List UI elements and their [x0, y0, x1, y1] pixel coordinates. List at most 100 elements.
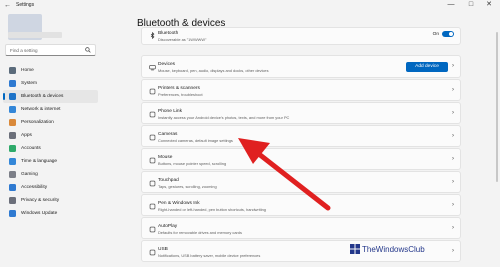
- maximize-button[interactable]: □: [462, 0, 480, 10]
- devices-subtitle: Mouse, keyboard, pen, audio, displays an…: [158, 68, 269, 73]
- devices-row[interactable]: Devices Mouse, keyboard, pen, audio, dis…: [141, 55, 461, 78]
- devices-title: Devices: [158, 62, 176, 67]
- row-subtitle: Buttons, mouse pointer speed, scrolling: [158, 161, 227, 166]
- sidebar-item-label: Bluetooth & devices: [21, 94, 64, 99]
- row-subtitle: Right-handed or left-handed, pen button …: [158, 207, 266, 212]
- touchpad-row[interactable]: Touchpad Taps, gestures, scrolling, zoomi…: [141, 171, 461, 193]
- bluetooth-row[interactable]: Bluetooth Discoverable as "1WWWW" On: [141, 27, 461, 45]
- row-subtitle: Taps, gestures, scrolling, zooming: [158, 184, 217, 189]
- sidebar-item-accounts[interactable]: Accounts: [3, 142, 98, 155]
- account-name-blurred: [8, 32, 62, 38]
- home-icon: [9, 67, 16, 74]
- chevron-right-icon: ›: [452, 87, 454, 93]
- time-icon: [9, 158, 16, 165]
- sidebar-item-label: Gaming: [21, 172, 38, 177]
- row-title: USB: [158, 247, 168, 252]
- row-subtitle: Preferences, troubleshoot: [158, 92, 203, 97]
- search-box[interactable]: Find a setting: [5, 44, 96, 56]
- sidebar-item-label: Windows Update: [21, 211, 58, 216]
- chevron-right-icon: ›: [452, 202, 454, 208]
- sidebar-item-bluetooth[interactable]: Bluetooth & devices: [3, 90, 98, 103]
- row-title: Phone Link: [158, 109, 183, 114]
- camera-row[interactable]: Cameras Connected cameras, default image …: [141, 125, 461, 147]
- mouse-icon: [148, 156, 156, 164]
- autoplay-icon: [148, 225, 156, 233]
- update-icon: [9, 210, 16, 217]
- apps-icon: [9, 132, 16, 139]
- bluetooth-toggle-label: On: [432, 32, 439, 37]
- printer-icon: [148, 87, 156, 95]
- row-title: Mouse: [158, 155, 173, 160]
- sidebar-item-shield[interactable]: Privacy & security: [3, 194, 98, 207]
- devices-icon: [148, 63, 156, 71]
- sidebar-item-home[interactable]: Home: [3, 64, 98, 77]
- row-title: Touchpad: [158, 178, 179, 183]
- sidebar-item-accessibility[interactable]: Accessibility: [3, 181, 98, 194]
- minimize-button[interactable]: —: [442, 0, 460, 10]
- chevron-right-icon: ›: [452, 156, 454, 162]
- search-input[interactable]: Find a setting: [10, 48, 38, 53]
- bluetooth-title: Bluetooth: [158, 31, 179, 36]
- sidebar-item-update[interactable]: Windows Update: [3, 207, 98, 220]
- camera-icon: [148, 133, 156, 141]
- chevron-right-icon: ›: [452, 179, 454, 185]
- add-device-button[interactable]: Add device: [406, 62, 448, 72]
- row-subtitle: Notifications, USB battery saver, mobile…: [158, 253, 261, 258]
- sidebar-item-label: Network & internet: [21, 107, 61, 112]
- bluetooth-subtitle: Discoverable as "1WWWW": [158, 37, 207, 42]
- search-icon[interactable]: [85, 47, 91, 53]
- bluetooth-toggle[interactable]: [442, 31, 454, 37]
- chevron-right-icon: ›: [452, 225, 454, 231]
- network-icon: [9, 106, 16, 113]
- row-title: AutoPlay: [158, 224, 178, 229]
- printer-row[interactable]: Printers & scanners Preferences, troubles…: [141, 79, 461, 101]
- chevron-right-icon: ›: [452, 248, 454, 254]
- sidebar-item-label: Accounts: [21, 146, 41, 151]
- sidebar-nav: Home System Bluetooth & devices Network & i…: [3, 64, 98, 220]
- back-button[interactable]: ←: [4, 1, 11, 11]
- shield-icon: [9, 197, 16, 204]
- chevron-right-icon: ›: [452, 63, 454, 69]
- title-bar: ← Settings — □ ✕: [0, 0, 500, 12]
- gaming-icon: [9, 171, 16, 178]
- row-subtitle: Instantly access your Android device's p…: [158, 115, 290, 120]
- usb-icon: [148, 248, 156, 256]
- row-subtitle: Defaults for removable drives and memory…: [158, 230, 242, 235]
- row-title: Cameras: [158, 132, 178, 137]
- sidebar-item-system[interactable]: System: [3, 77, 98, 90]
- chevron-right-icon: ›: [452, 133, 454, 139]
- watermark: TheWindowsClub: [350, 244, 425, 254]
- sidebar-item-label: Time & language: [21, 159, 58, 164]
- sidebar-item-brush[interactable]: Personalization: [3, 116, 98, 129]
- sidebar-item-label: System: [21, 81, 37, 86]
- row-title: Pen & Windows Ink: [158, 201, 200, 206]
- sidebar-item-time[interactable]: Time & language: [3, 155, 98, 168]
- sidebar-item-gaming[interactable]: Gaming: [3, 168, 98, 181]
- close-button[interactable]: ✕: [480, 0, 498, 10]
- mouse-row[interactable]: Mouse Buttons, mouse pointer speed, scrol…: [141, 148, 461, 170]
- brush-icon: [9, 119, 16, 126]
- pen-icon: [148, 202, 156, 210]
- bluetooth-icon: [148, 31, 156, 39]
- app-title: Settings: [16, 2, 35, 8]
- phone-icon: [148, 110, 156, 118]
- autoplay-row[interactable]: AutoPlay Defaults for removable drives an…: [141, 217, 461, 239]
- sidebar-item-label: Apps: [21, 133, 32, 138]
- row-title: Printers & scanners: [158, 86, 200, 91]
- system-icon: [9, 80, 16, 87]
- pen-row[interactable]: Pen & Windows Ink Right-handed or left-ha…: [141, 194, 461, 216]
- touchpad-icon: [148, 179, 156, 187]
- sidebar-item-label: Accessibility: [21, 185, 48, 190]
- accounts-icon: [9, 145, 16, 152]
- windows-club-logo-icon: [350, 244, 360, 254]
- sidebar-item-network[interactable]: Network & internet: [3, 103, 98, 116]
- sidebar-item-label: Personalization: [21, 120, 54, 125]
- row-subtitle: Connected cameras, default image setting…: [158, 138, 233, 143]
- bluetooth-icon: [9, 93, 16, 100]
- scrollbar[interactable]: [496, 32, 498, 182]
- sidebar-item-apps[interactable]: Apps: [3, 129, 98, 142]
- accessibility-icon: [9, 184, 16, 191]
- phone-row[interactable]: Phone Link Instantly access your Android …: [141, 102, 461, 124]
- sidebar-item-label: Privacy & security: [21, 198, 60, 203]
- sidebar-item-label: Home: [21, 68, 34, 73]
